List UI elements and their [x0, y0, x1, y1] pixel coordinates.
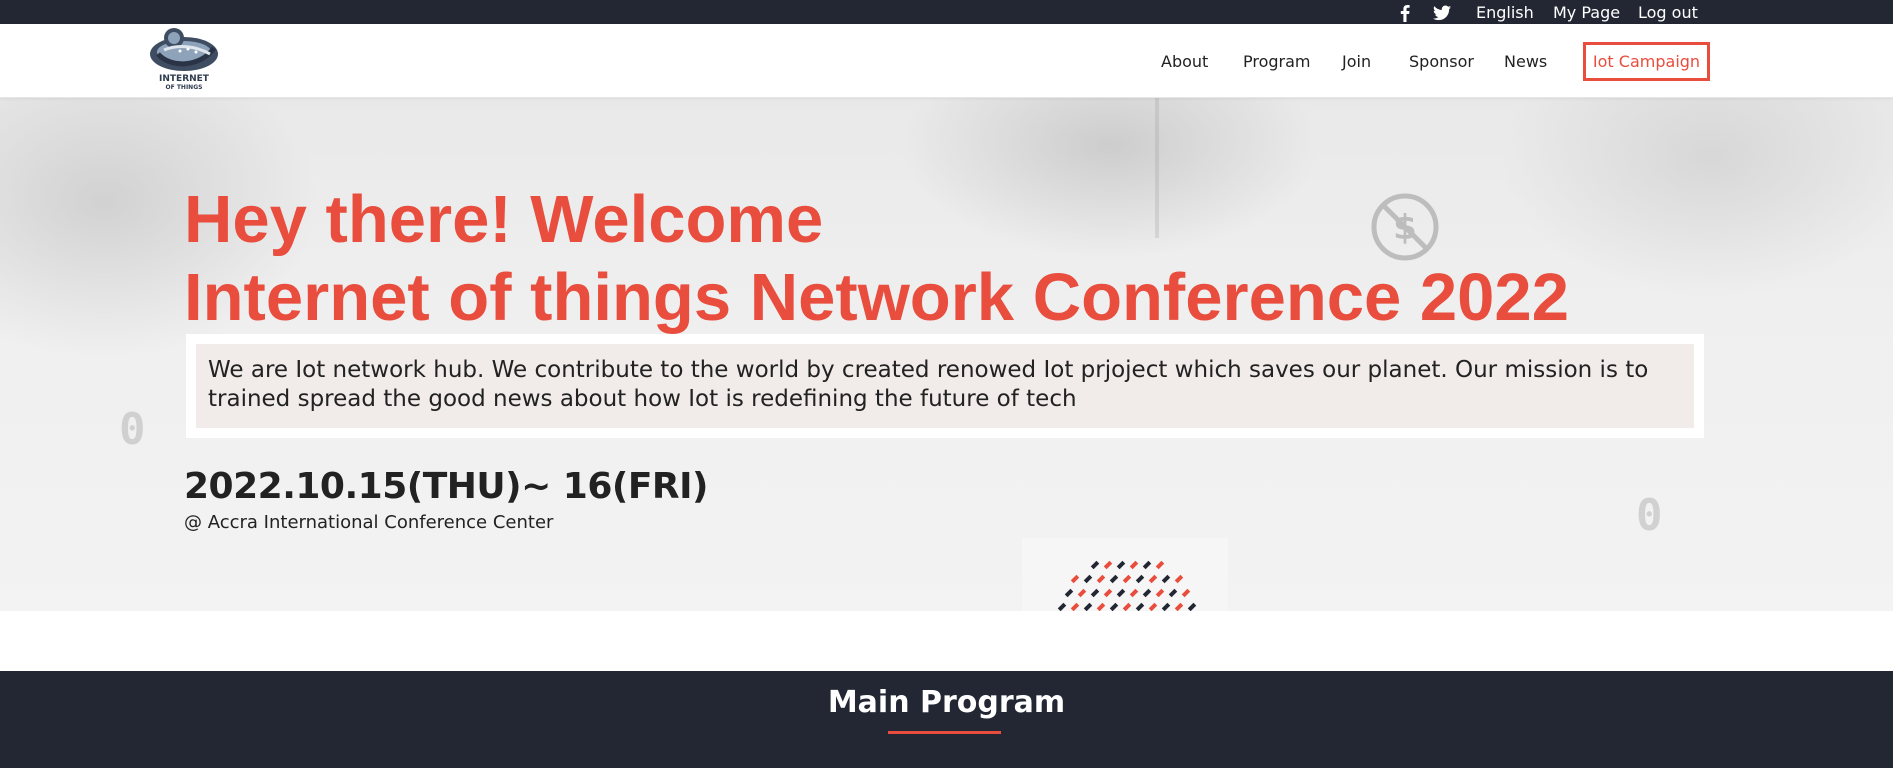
hero-description-box: We are Iot network hub. We contribute to…: [186, 334, 1704, 438]
event-date: 2022.10.15(THU)~ 16(FRI): [184, 466, 708, 507]
logout-link[interactable]: Log out: [1638, 4, 1698, 22]
hero-description: We are Iot network hub. We contribute to…: [196, 344, 1694, 428]
nav-news[interactable]: News: [1504, 52, 1547, 71]
nav-sponsor[interactable]: Sponsor: [1409, 52, 1474, 71]
twitter-icon[interactable]: [1433, 5, 1451, 21]
event-venue: @ Accra International Conference Center: [184, 512, 554, 533]
svg-text:$: $: [1393, 208, 1417, 248]
logo-text-line1: INTERNET: [159, 74, 209, 84]
hero-background-shape: [900, 98, 1320, 258]
nav-join[interactable]: Join: [1342, 52, 1371, 71]
hero-title-line2: Internet of things Network Conference 20…: [184, 260, 1569, 335]
no-dollar-icon: $: [1371, 193, 1439, 261]
facebook-icon[interactable]: [1399, 4, 1411, 22]
hero-section: $ 0 0 Hey there! Welcome Internet of thi…: [0, 98, 1893, 611]
title-underline: [888, 731, 1001, 734]
top-utility-bar: English My Page Log out: [0, 0, 1893, 24]
language-selector[interactable]: English: [1476, 4, 1534, 22]
main-program-title: Main Program: [827, 685, 1066, 720]
nav-about[interactable]: About: [1161, 52, 1208, 71]
logo-mark-icon: [150, 28, 218, 71]
zero-glyph-icon: 0: [1636, 490, 1663, 541]
zero-glyph-icon: 0: [119, 404, 146, 455]
main-program-section: Main Program: [0, 671, 1893, 768]
my-page-link[interactable]: My Page: [1553, 4, 1620, 22]
logo-text-line2: OF THINGS: [165, 84, 203, 91]
decorative-pattern-image: [1022, 538, 1228, 611]
diamond-pattern-icon: [1057, 560, 1197, 611]
hero-background-shape: [1155, 98, 1159, 238]
site-header: INTERNET OF THINGS About Program Join Sp…: [0, 24, 1893, 98]
nav-program[interactable]: Program: [1243, 52, 1311, 71]
hero-title-line1: Hey there! Welcome: [184, 182, 824, 257]
site-logo[interactable]: INTERNET OF THINGS: [144, 24, 224, 91]
iot-campaign-button[interactable]: Iot Campaign: [1583, 42, 1710, 81]
